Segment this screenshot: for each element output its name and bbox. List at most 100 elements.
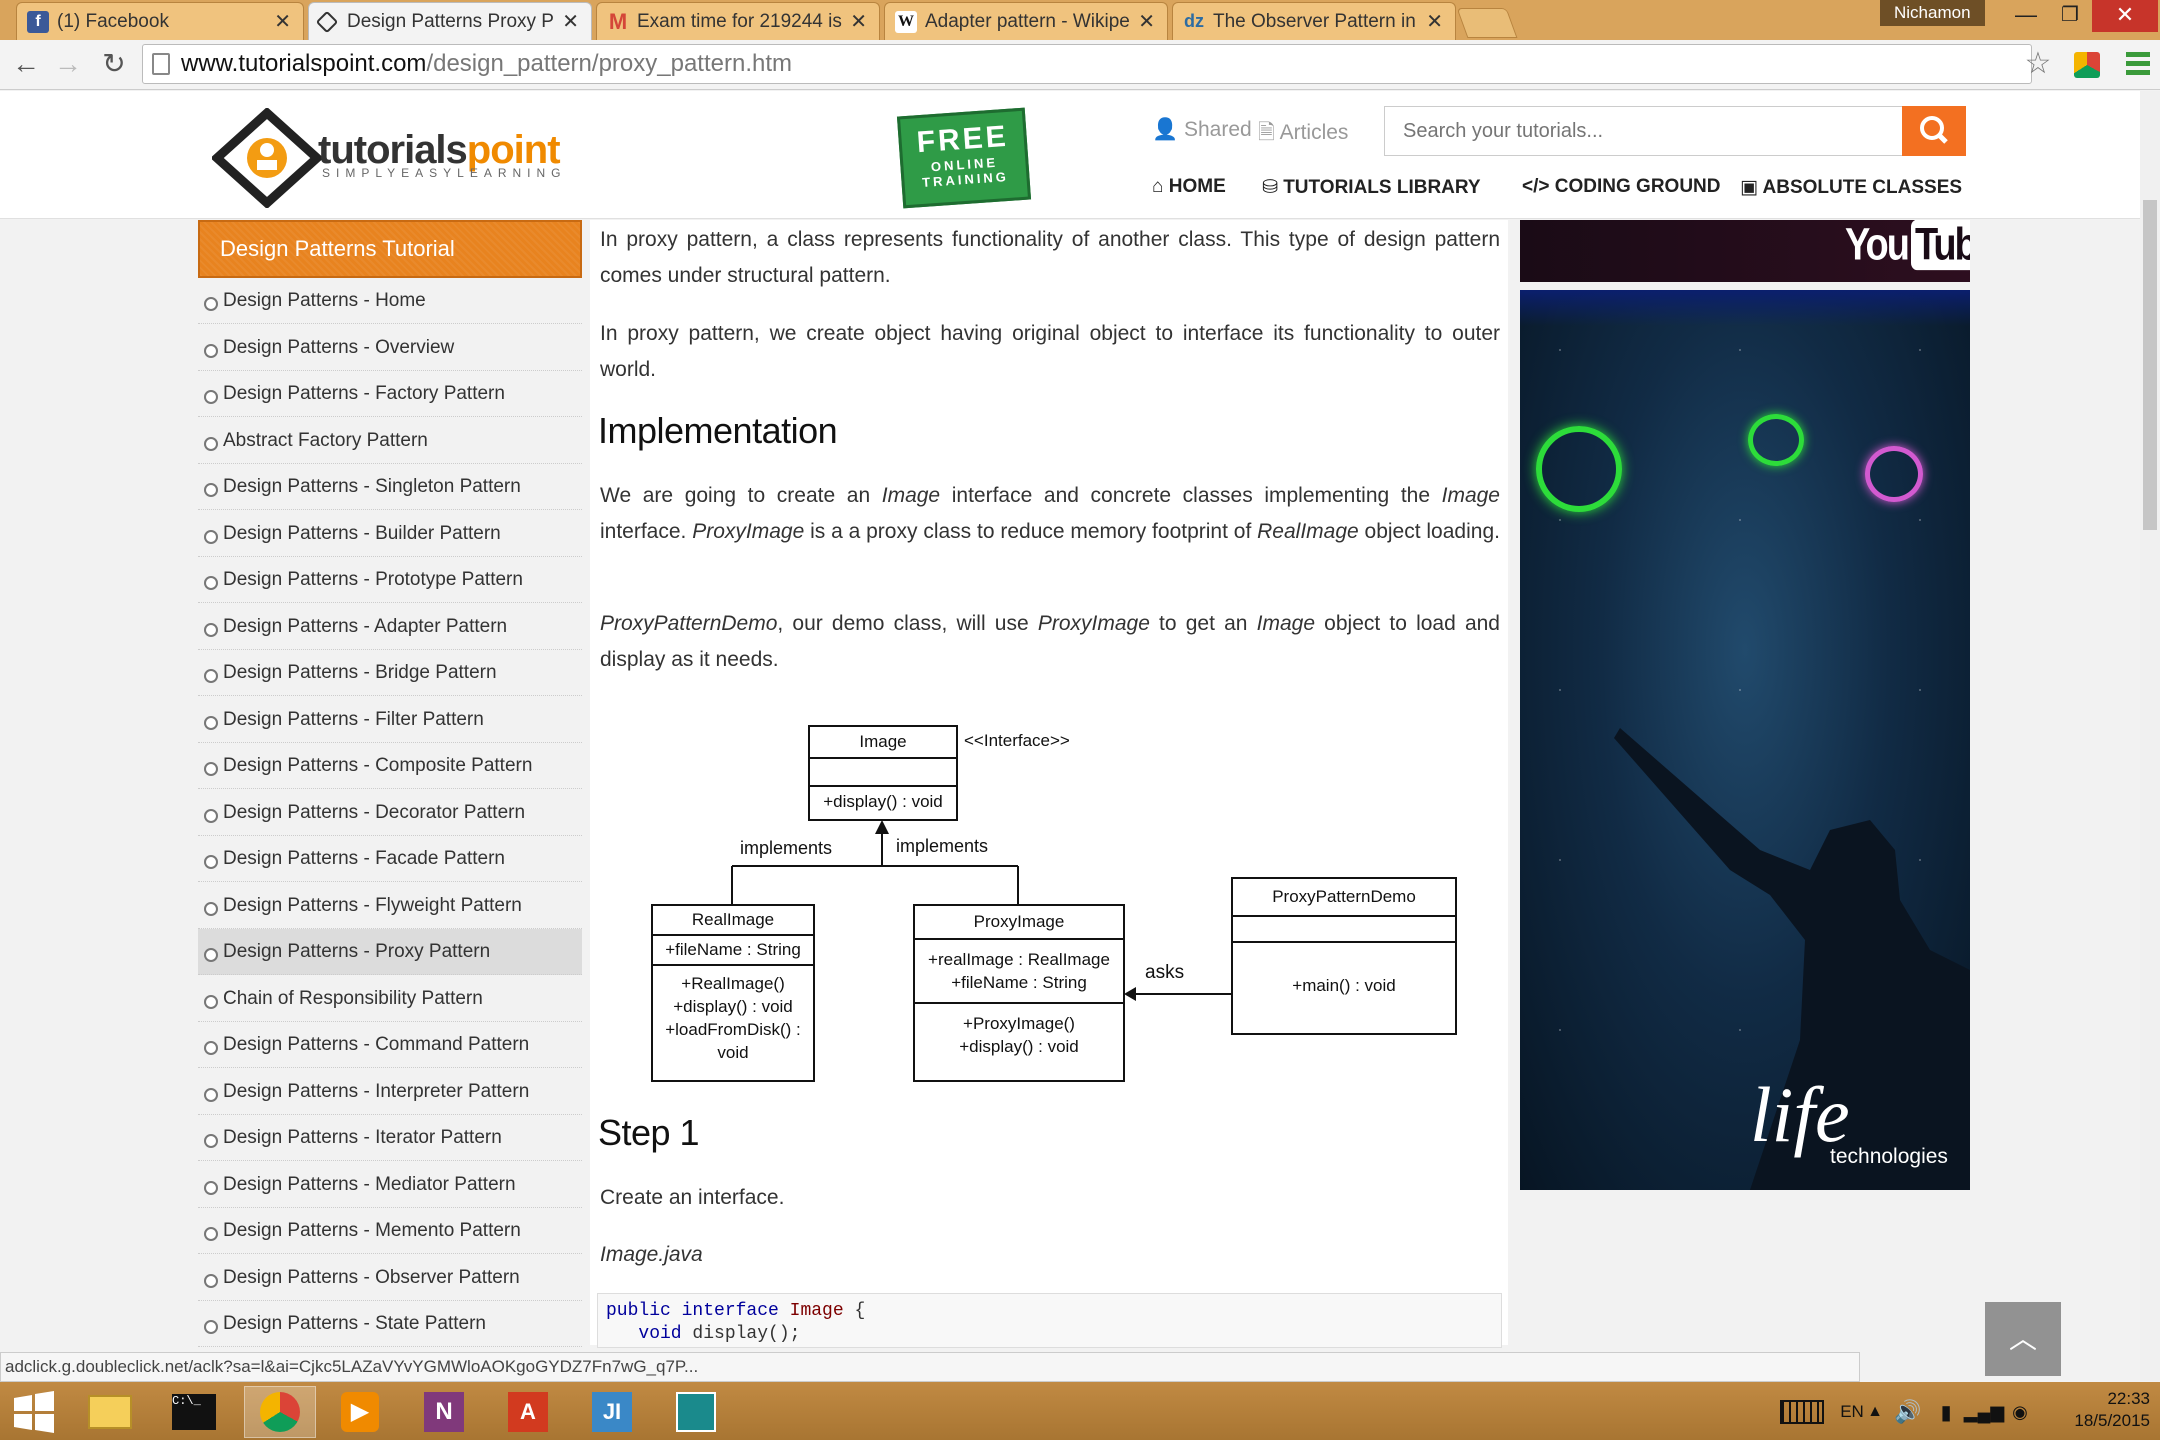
tutorialspoint-logo-icon[interactable] — [212, 108, 322, 208]
nav-absolute-classes[interactable]: ▣ ABSOLUTE CLASSES — [1740, 176, 1962, 199]
sidebar-item[interactable]: Design Patterns - Mediator Pattern — [198, 1162, 582, 1208]
sidebar-item[interactable]: Design Patterns - Flyweight Pattern — [198, 883, 582, 929]
youtube-logo-you: You — [1845, 220, 1910, 271]
search-button[interactable] — [1902, 106, 1966, 156]
command-prompt-icon[interactable]: C:\_ — [162, 1386, 226, 1438]
text: , our demo class, will use — [777, 612, 1038, 635]
sidebar-item[interactable]: Design Patterns - Singleton Pattern — [198, 464, 582, 510]
sidebar-item[interactable]: Design Patterns - Builder Pattern — [198, 511, 582, 557]
tab-gmail[interactable]: M Exam time for 219244 is T ✕ — [596, 2, 880, 40]
sidebar-item[interactable]: Design Patterns - Proxy Pattern — [198, 929, 582, 975]
heading-implementation: Implementation — [598, 410, 838, 451]
volume-icon[interactable]: 🔊 — [1890, 1386, 1926, 1438]
life-technologies-ad[interactable]: life technologies — [1520, 290, 1970, 1190]
tab-design-patterns[interactable]: Design Patterns Proxy Pat ✕ — [308, 2, 592, 40]
back-icon[interactable]: ← — [8, 46, 44, 82]
green-glow-ring — [1536, 426, 1622, 512]
sidebar-item[interactable]: Design Patterns - Bridge Pattern — [198, 650, 582, 696]
close-icon[interactable]: ✕ — [1426, 9, 1443, 34]
uml-field: +fileName : String — [653, 936, 813, 966]
new-tab-button[interactable] — [1456, 8, 1518, 38]
youtube-ad-banner[interactable]: YouTube — [1520, 220, 1970, 282]
onenote-icon[interactable]: N — [412, 1386, 476, 1438]
close-window-button[interactable]: ✕ — [2092, 0, 2158, 32]
show-hidden-icons[interactable]: ▲ — [1860, 1386, 1890, 1438]
sidebar-item[interactable]: Design Patterns - Iterator Pattern — [198, 1115, 582, 1161]
tab-facebook[interactable]: f (1) Facebook ✕ — [16, 2, 304, 40]
sidebar-item[interactable]: Design Patterns - Composite Pattern — [198, 743, 582, 789]
sidebar-item[interactable]: Design Patterns - Adapter Pattern — [198, 604, 582, 650]
forward-icon[interactable]: → — [50, 46, 86, 82]
sidebar-item[interactable]: Design Patterns - Home — [198, 278, 582, 324]
shared-link[interactable]: 👤 Shared — [1152, 118, 1252, 142]
sidebar-item[interactable]: Design Patterns - Filter Pattern — [198, 697, 582, 743]
gmail-icon: M — [608, 8, 628, 34]
sidebar-item[interactable]: Design Patterns - Memento Pattern — [198, 1208, 582, 1254]
close-icon[interactable]: ✕ — [274, 9, 291, 34]
file-explorer-icon[interactable] — [78, 1386, 142, 1438]
uml-asks-label: asks — [1145, 962, 1185, 983]
search-box — [1384, 106, 1966, 156]
uml-fields — [810, 759, 956, 787]
youtube-logo: YouTube — [1845, 220, 1970, 271]
dzone-icon: dz — [1184, 11, 1204, 31]
extension-icon[interactable] — [2074, 52, 2100, 78]
em-proxyimage: ProxyImage — [1037, 612, 1150, 635]
media-player-icon[interactable]: ▶ — [328, 1386, 392, 1438]
em-image: Image — [1256, 612, 1316, 635]
sidebar-item[interactable]: Design Patterns - Factory Pattern — [198, 371, 582, 417]
close-icon[interactable]: ✕ — [562, 9, 579, 34]
tab-dzone[interactable]: dz The Observer Pattern in Ja ✕ — [1172, 2, 1456, 40]
address-bar[interactable]: www.tutorialspoint.com/design_pattern/pr… — [142, 44, 2032, 84]
chrome-taskbar-icon[interactable] — [244, 1386, 316, 1438]
em-realimage: RealImage — [1257, 520, 1359, 543]
nav-coding-ground[interactable]: </> CODING GROUND — [1522, 176, 1721, 198]
articles-link[interactable]: 🗎 Articles — [1258, 118, 1348, 153]
reload-icon[interactable]: ↻ — [96, 46, 132, 82]
nav-label: TUTORIALS LIBRARY — [1283, 177, 1481, 198]
signal-icon[interactable]: ▂▄▆ — [1964, 1386, 2004, 1438]
java-ide-icon[interactable]: JI — [580, 1386, 644, 1438]
sidebar-item[interactable]: Chain of Responsibility Pattern — [198, 976, 582, 1022]
uml-method: +main() : void — [1292, 976, 1396, 995]
implementation-paragraph-2: ProxyPatternDemo, our demo class, will u… — [600, 606, 1500, 678]
sidebar-item[interactable]: Design Patterns - Command Pattern — [198, 1022, 582, 1068]
uml-class-proxyimage: ProxyImage +realImage : RealImage +fileN… — [913, 904, 1125, 1082]
minimize-button[interactable]: — — [2004, 0, 2048, 32]
back-to-top-button[interactable]: ︿ — [1985, 1302, 2061, 1376]
close-icon[interactable]: ✕ — [1138, 9, 1155, 34]
taskbar-clock[interactable]: 22:33 18/5/2015 — [2050, 1388, 2150, 1432]
sidebar-item[interactable]: Design Patterns - Observer Pattern — [198, 1255, 582, 1301]
uml-class-image: Image +display() : void — [808, 725, 958, 821]
search-input[interactable] — [1385, 107, 1905, 155]
sidebar-item[interactable]: Design Patterns - Overview — [198, 325, 582, 371]
battery-icon[interactable]: ▮ — [1928, 1386, 1964, 1438]
sidebar-item[interactable]: Design Patterns - Decorator Pattern — [198, 790, 582, 836]
sidebar-item[interactable]: Design Patterns - State Pattern — [198, 1301, 582, 1347]
scrollbar-thumb[interactable] — [2143, 200, 2157, 530]
profile-name[interactable]: Nichamon — [1880, 0, 1985, 26]
articles-label: Articles — [1279, 121, 1349, 144]
acrobat-icon[interactable]: A — [496, 1386, 560, 1438]
nav-tutorials-library[interactable]: ⛁ TUTORIALS LIBRARY — [1262, 176, 1481, 199]
menu-icon[interactable] — [2126, 52, 2150, 76]
sidebar-item[interactable]: Design Patterns - Interpreter Pattern — [198, 1069, 582, 1115]
photos-app-icon[interactable] — [664, 1386, 728, 1438]
free-training-badge[interactable]: FREE ONLINE TRAINING — [896, 107, 1032, 209]
tab-wikipedia[interactable]: W Adapter pattern - Wikiped ✕ — [884, 2, 1168, 40]
em-image: Image — [1441, 484, 1500, 507]
close-icon[interactable]: ✕ — [850, 9, 867, 34]
windows-logo-icon — [14, 1391, 54, 1433]
sidebar-item[interactable]: Design Patterns - Facade Pattern — [198, 836, 582, 882]
nav-home[interactable]: ⌂ HOME — [1152, 176, 1226, 198]
code-keyword: interface — [681, 1301, 779, 1321]
sidebar-item[interactable]: Design Patterns - Prototype Pattern — [198, 557, 582, 603]
document-icon: 🗎 — [1258, 121, 1275, 144]
code-keyword: void — [638, 1324, 682, 1344]
tab-label: The Observer Pattern in Ja — [1213, 10, 1418, 32]
start-button[interactable] — [2, 1386, 66, 1438]
sidebar-item[interactable]: Abstract Factory Pattern — [198, 418, 582, 464]
restore-button[interactable]: ❐ — [2048, 0, 2092, 32]
network-icon[interactable]: ◉ — [2002, 1386, 2038, 1438]
bookmark-star-icon[interactable]: ☆ — [2020, 46, 2056, 82]
